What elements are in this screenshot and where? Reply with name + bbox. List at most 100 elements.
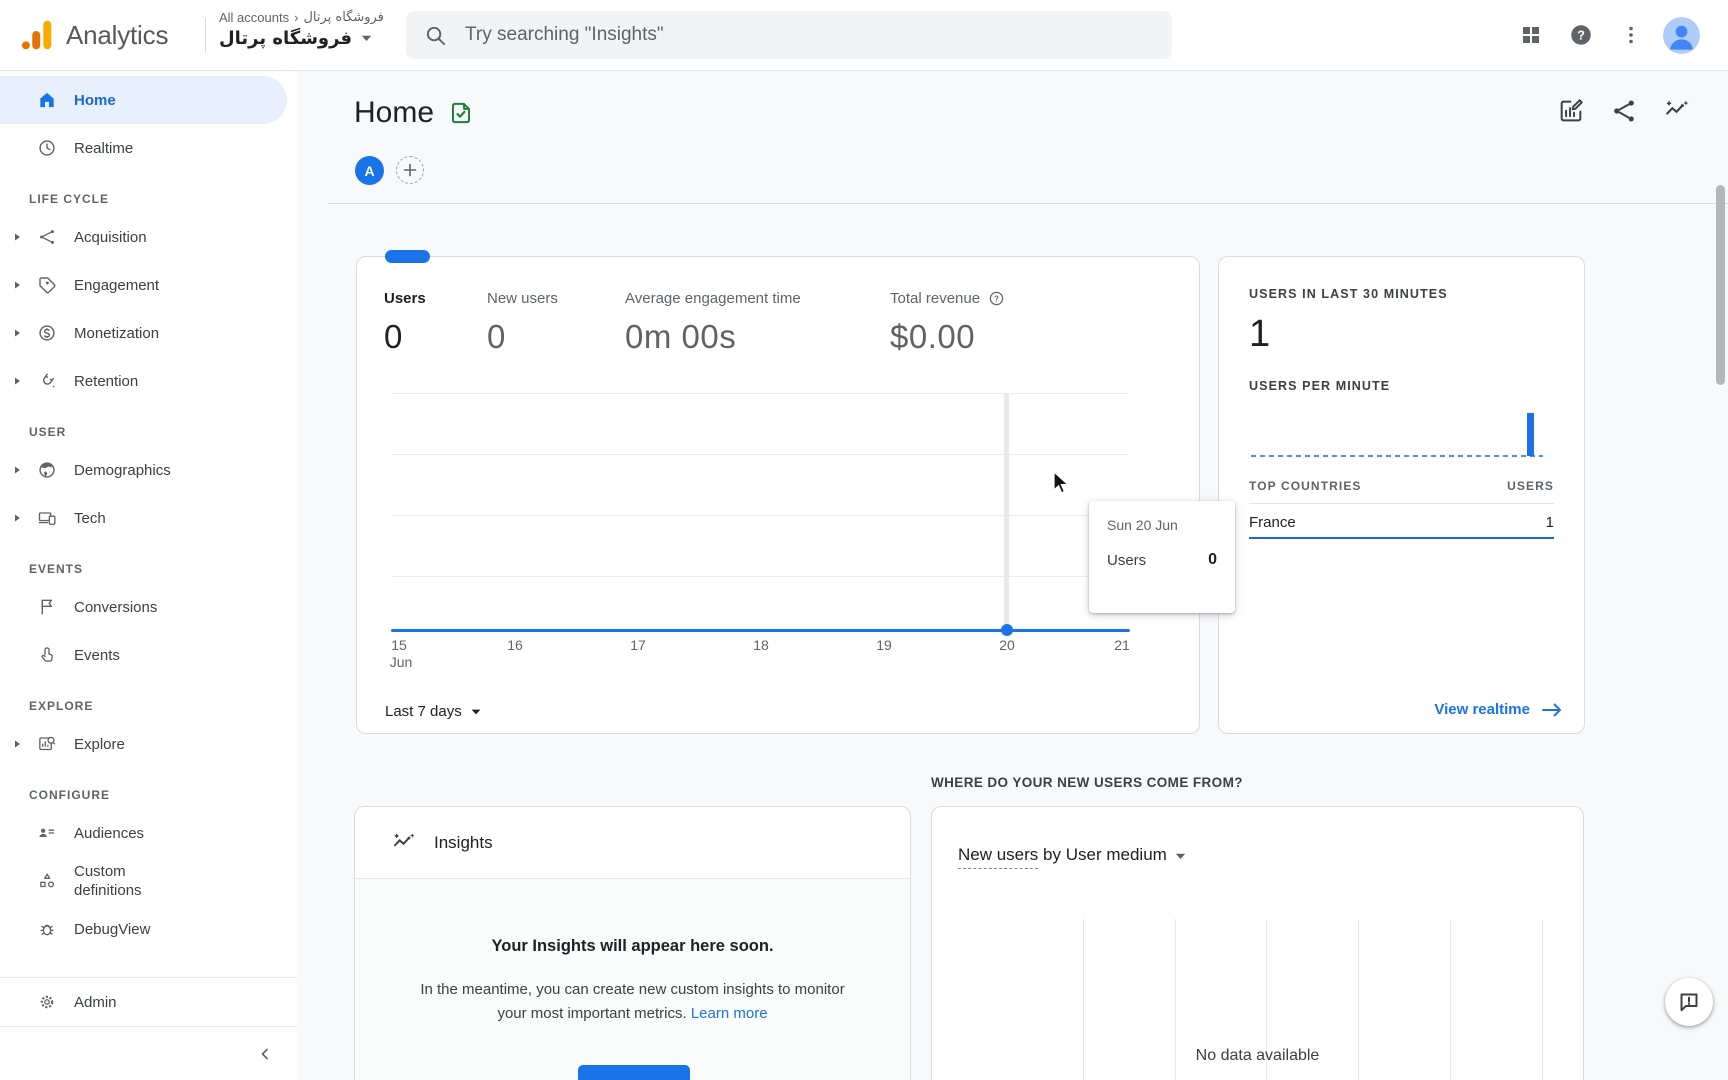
nav-section-configure: CONFIGURE <box>0 768 297 809</box>
property-selector[interactable]: فروشگاه پرتال <box>219 28 384 49</box>
expand-caret-icon[interactable] <box>12 376 22 386</box>
sidebar-item-admin[interactable]: Admin <box>0 978 297 1026</box>
help-circle-icon[interactable]: ? <box>988 290 1005 307</box>
expand-caret-icon[interactable] <box>12 465 22 475</box>
report-check-icon[interactable] <box>448 100 474 126</box>
sidebar-item-explore[interactable]: Explore <box>0 720 297 768</box>
chart-hover-guideline <box>1004 393 1009 631</box>
x-tick: 15 <box>391 637 407 653</box>
sidebar-item-conversions[interactable]: Conversions <box>0 583 297 631</box>
breadcrumb-all-accounts[interactable]: All accounts <box>219 10 289 25</box>
search-input[interactable] <box>463 23 1172 47</box>
sidebar-item-label: Realtime <box>74 139 133 158</box>
country-row[interactable]: France 1 <box>1249 509 1554 535</box>
google-analytics-logo[interactable]: Analytics <box>18 0 168 70</box>
vertical-scrollbar[interactable] <box>1716 185 1725 385</box>
metric-users[interactable]: Users 0 <box>384 290 426 356</box>
expand-caret-icon[interactable] <box>12 280 22 290</box>
sidebar-item-audiences[interactable]: Audiences <box>0 809 297 857</box>
chart-gridline <box>391 393 1129 394</box>
chart-gridline <box>391 515 1129 516</box>
nav-list: Home Realtime LIFE CYCLE Acquisiti <box>0 70 297 953</box>
user-avatar[interactable] <box>1663 17 1700 54</box>
plus-icon <box>403 163 417 177</box>
overview-metrics-card: Users 0 New users 0 Average engagement t… <box>356 256 1200 734</box>
breadcrumb-separator: › <box>294 10 298 25</box>
insights-panel-button[interactable] <box>1662 96 1692 126</box>
tooltip-metric-value: 0 <box>1208 551 1217 569</box>
insights-spark-icon <box>391 830 417 856</box>
expand-caret-icon[interactable] <box>12 232 22 242</box>
comparison-chip[interactable]: A <box>355 156 384 185</box>
page-title-text: Home <box>354 96 434 130</box>
clock-icon <box>37 138 57 158</box>
sidebar-item-events[interactable]: Events <box>0 631 297 679</box>
share-icon <box>1610 97 1638 125</box>
add-comparison-button[interactable] <box>396 156 424 184</box>
chart-gridline <box>391 576 1129 577</box>
svg-text:?: ? <box>994 294 999 303</box>
chart-tooltip: Sun 20 Jun Users 0 <box>1089 501 1235 613</box>
analytics-logo-icon <box>18 16 56 54</box>
expand-caret-icon[interactable] <box>12 739 22 749</box>
expand-caret-icon[interactable] <box>12 328 22 338</box>
sidebar-item-monetization[interactable]: Monetization <box>0 309 297 357</box>
google-apps-grid-button[interactable] <box>1511 15 1551 55</box>
feedback-button[interactable] <box>1665 978 1713 1026</box>
hovered-data-point[interactable] <box>1001 624 1013 636</box>
sidebar-item-acquisition[interactable]: Acquisition <box>0 213 297 261</box>
new-users-chart-card: New users by User medium No data availab… <box>931 806 1584 1080</box>
x-tick: 21 <box>1114 637 1130 653</box>
customize-report-button[interactable] <box>1556 96 1586 126</box>
sidebar-item-label: Retention <box>74 372 138 391</box>
x-axis-month-label: Jun <box>390 654 413 670</box>
page-actions <box>1556 96 1692 126</box>
sidebar-item-engagement[interactable]: Engagement <box>0 261 297 309</box>
retention-magnet-icon <box>37 371 57 391</box>
no-data-message: No data available <box>932 1047 1583 1065</box>
top-countries-label: TOP COUNTRIES <box>1249 479 1362 493</box>
search-icon <box>424 24 447 47</box>
sidebar-item-debugview[interactable]: DebugView <box>0 905 297 953</box>
collapse-sidebar-button[interactable] <box>0 1027 297 1080</box>
view-realtime-link[interactable]: View realtime <box>1434 701 1562 718</box>
breadcrumb-account-name[interactable]: فروشگاه پرتال <box>303 10 383 25</box>
insights-card: Insights Your Insights will appear here … <box>354 806 911 1080</box>
edit-chart-icon <box>1557 97 1585 125</box>
sidebar-item-home[interactable]: Home <box>0 76 287 124</box>
sidebar-item-custom-definitions[interactable]: Custom definitions <box>0 857 297 905</box>
create-insight-button[interactable] <box>578 1065 690 1080</box>
learn-more-link[interactable]: Learn more <box>691 1005 768 1022</box>
page-title: Home <box>354 96 474 130</box>
date-range-selector[interactable]: Last 7 days <box>385 703 481 720</box>
x-tick: 20 <box>999 637 1015 653</box>
sidebar-item-label: Tech <box>74 509 106 528</box>
help-button[interactable]: ? <box>1561 15 1601 55</box>
metric-avg-engagement-time[interactable]: Average engagement time 0m 00s <box>625 290 801 356</box>
sidebar-item-realtime[interactable]: Realtime <box>0 124 297 172</box>
topbar-actions: ? <box>1511 0 1700 70</box>
left-navigation: Home Realtime LIFE CYCLE Acquisiti <box>0 70 297 1080</box>
more-options-button[interactable] <box>1611 15 1651 55</box>
sidebar-item-label: Audiences <box>74 824 144 843</box>
users-series-line[interactable] <box>391 629 1130 632</box>
dimension-selector[interactable]: New users by User medium <box>958 845 1186 865</box>
metric-total-revenue[interactable]: Total revenue ? $0.00 <box>890 290 1005 356</box>
sidebar-item-label: Demographics <box>74 461 171 480</box>
new-users-section-title: WHERE DO YOUR NEW USERS COME FROM? <box>931 775 1243 790</box>
sidebar-item-demographics[interactable]: Demographics <box>0 446 297 494</box>
property-name: فروشگاه پرتال <box>219 28 352 49</box>
active-card-tab-indicator[interactable] <box>385 250 430 263</box>
insights-body-text: In the meantime, you can create new cust… <box>420 981 844 998</box>
sidebar-item-label: Home <box>74 91 116 110</box>
metric-new-users[interactable]: New users 0 <box>487 290 558 356</box>
expand-caret-icon[interactable] <box>12 513 22 523</box>
dimension-rest: by User medium <box>1043 845 1167 864</box>
monetization-dollar-icon <box>37 323 57 343</box>
sidebar-item-tech[interactable]: Tech <box>0 494 297 542</box>
search-bar[interactable] <box>406 11 1172 59</box>
share-report-button[interactable] <box>1609 96 1639 126</box>
sidebar-item-label: DebugView <box>74 920 150 939</box>
sidebar-item-retention[interactable]: Retention <box>0 357 297 405</box>
account-switcher[interactable]: All accounts › فروشگاه پرتال فروشگاه پرت… <box>219 10 384 49</box>
